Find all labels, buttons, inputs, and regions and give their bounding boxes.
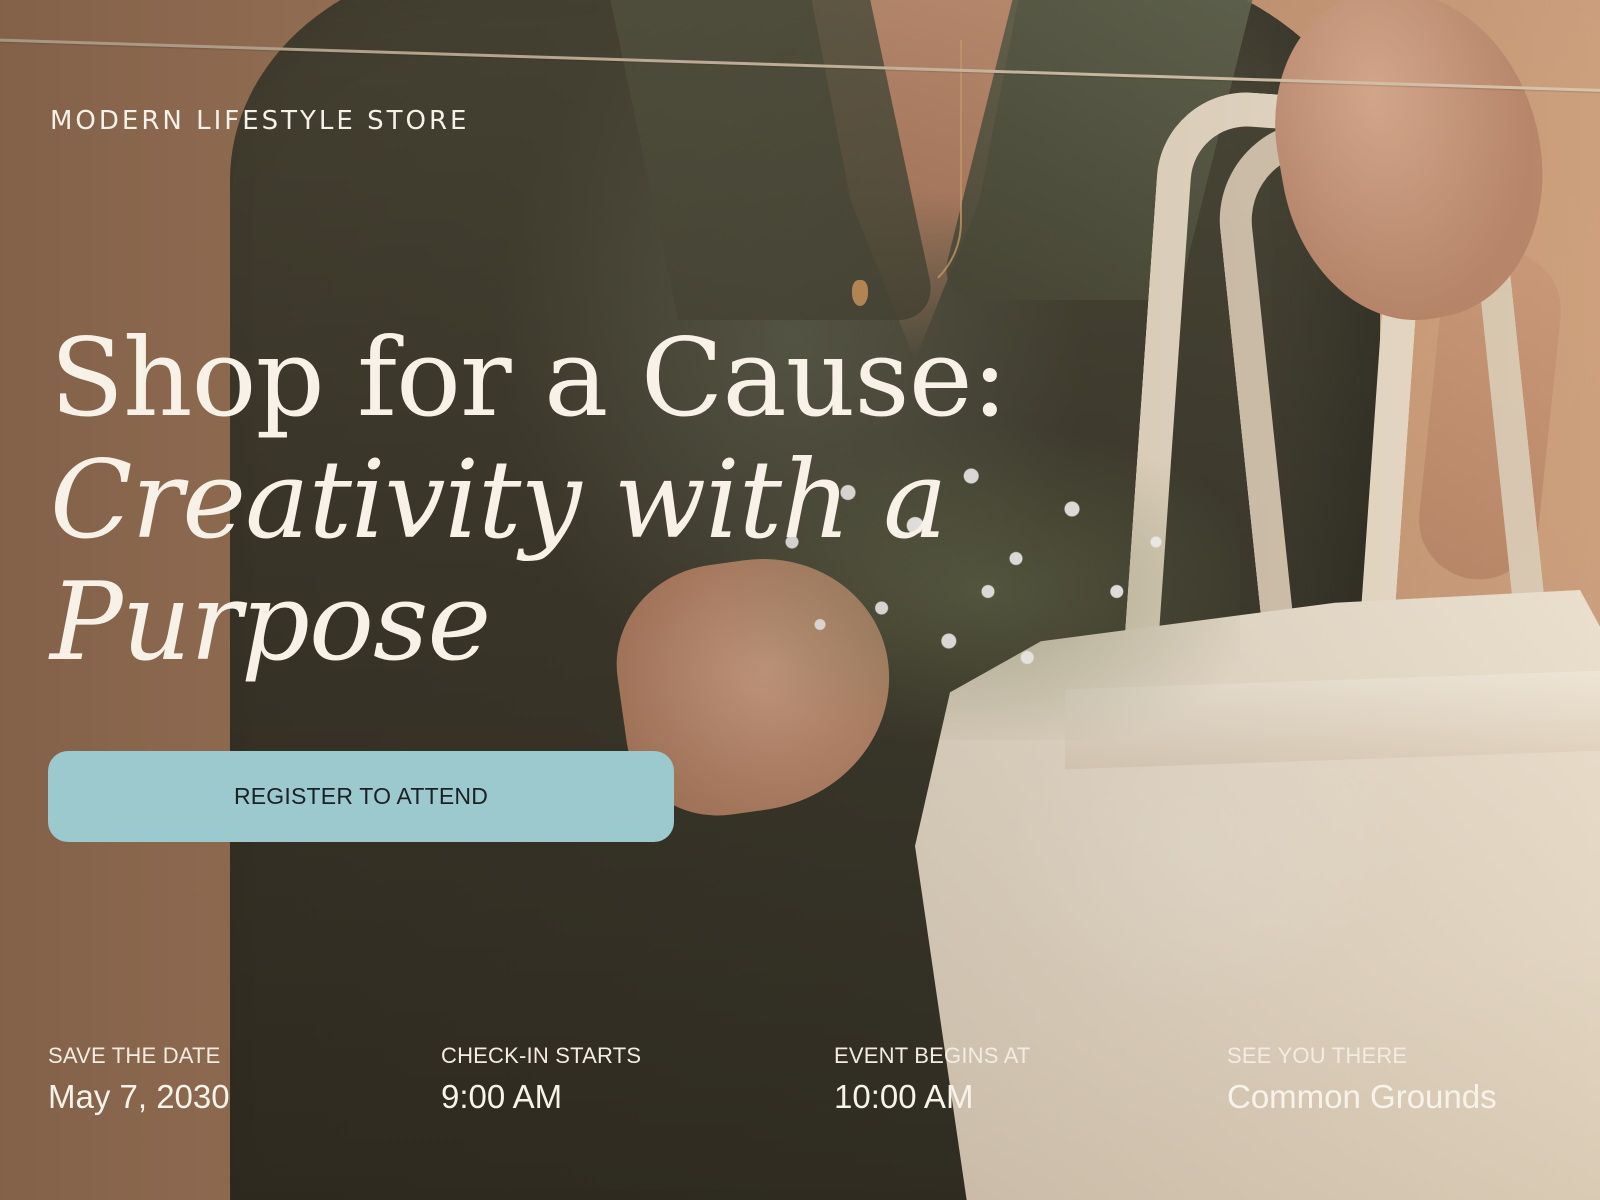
store-name: MODERN LIFESTYLE STORE xyxy=(50,106,470,136)
detail-label: SEE YOU THERE xyxy=(1227,1043,1408,1068)
event-details: SAVE THE DATE May 7, 2030 CHECK-IN START… xyxy=(48,1043,1588,1123)
detail-value: Common Grounds xyxy=(1227,1078,1497,1115)
detail-label: CHECK-IN STARTS xyxy=(441,1043,642,1068)
event-poster: MODERN LIFESTYLE STORE Shop for a Cause:… xyxy=(0,0,1600,1200)
detail-label: SAVE THE DATE xyxy=(48,1043,221,1068)
detail-value: 10:00 AM xyxy=(834,1078,974,1115)
detail-begins: EVENT BEGINS AT 10:00 AM xyxy=(834,1043,1214,1116)
headline-italic: Creativity with a Purpose xyxy=(50,438,947,685)
detail-date: SAVE THE DATE May 7, 2030 xyxy=(48,1043,428,1116)
detail-value: May 7, 2030 xyxy=(48,1078,230,1115)
detail-checkin: CHECK-IN STARTS 9:00 AM xyxy=(441,1043,821,1116)
detail-location: SEE YOU THERE Common Grounds xyxy=(1227,1043,1600,1116)
detail-label: EVENT BEGINS AT xyxy=(834,1043,1031,1068)
page-title: Shop for a Cause: Creativity with a Purp… xyxy=(50,318,1030,684)
register-button[interactable]: REGISTER TO ATTEND xyxy=(48,751,674,842)
detail-value: 9:00 AM xyxy=(441,1078,563,1115)
headline-plain: Shop for a Cause: xyxy=(50,316,1008,441)
